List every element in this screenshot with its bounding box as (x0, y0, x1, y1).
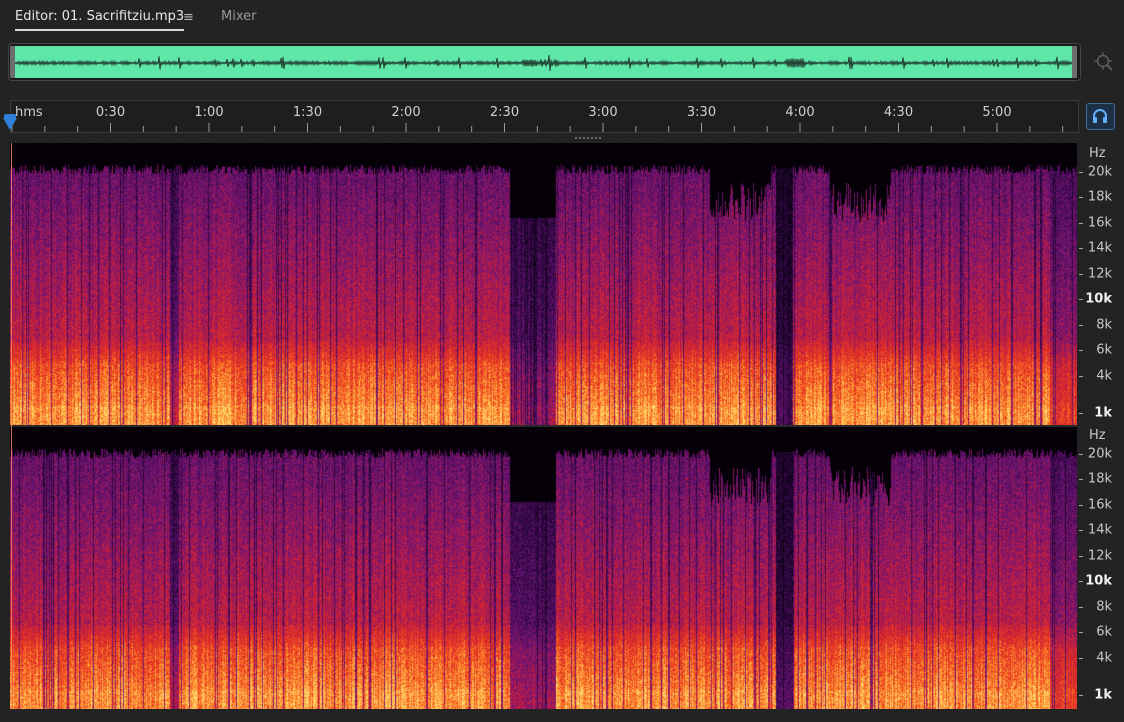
time-ruler[interactable]: hms 0:30 1:00 1:30 2:00 2:30 3:00 3:30 4:00 4:30… (10, 100, 1079, 133)
spectral-frequency-display[interactable] (10, 143, 1077, 709)
frequency-tick (1079, 413, 1083, 414)
frequency-label: 8k (1096, 599, 1112, 615)
panel-menu-icon[interactable]: ≡ (183, 10, 194, 25)
frequency-tick (1079, 274, 1083, 275)
resize-grip-icon[interactable] (575, 136, 605, 140)
frequency-tick (1079, 454, 1083, 455)
overview-left-handle[interactable] (10, 46, 15, 78)
playhead-handle[interactable] (3, 118, 17, 130)
frequency-label: 10k (1085, 291, 1112, 307)
frequency-label: 6k (1096, 342, 1112, 358)
frequency-label: 20k (1087, 446, 1112, 462)
frequency-tick (1079, 197, 1083, 198)
frequency-label: 16k (1087, 215, 1112, 231)
audio-editor-window: Editor: 01. Sacrifitziu.mp3 ≡ Mixer hms … (0, 0, 1124, 722)
frequency-tick (1079, 505, 1083, 506)
frequency-label: 16k (1087, 497, 1112, 513)
ruler-label: 1:30 (292, 105, 323, 120)
ruler-label: 4:00 (785, 105, 815, 120)
frequency-tick (1079, 581, 1083, 582)
tab-mixer[interactable]: Mixer (221, 9, 256, 24)
channel-right-spectrogram[interactable] (10, 427, 1077, 709)
frequency-tick (1079, 350, 1083, 351)
frequency-label: 4k (1096, 650, 1112, 666)
bottom-border (0, 709, 1124, 722)
frequency-tick (1079, 632, 1083, 633)
tab-editor[interactable]: Editor: 01. Sacrifitziu.mp3 (15, 9, 185, 31)
frequency-tick (1079, 530, 1083, 531)
frequency-tick (1079, 325, 1083, 326)
frequency-tick (1079, 658, 1083, 659)
ruler-label: 2:00 (391, 105, 421, 120)
ruler-label: 5:00 (982, 105, 1012, 120)
frequency-tick (1079, 248, 1083, 249)
frequency-label: 6k (1096, 624, 1112, 640)
frequency-label: 18k (1087, 189, 1112, 205)
frequency-label: 20k (1087, 164, 1112, 180)
ruler-label: 0:30 (95, 105, 126, 120)
monitor-button[interactable] (1086, 103, 1115, 130)
frequency-tick (1079, 695, 1083, 696)
frequency-label: 1k (1094, 687, 1112, 703)
overview-waveform-path (15, 54, 1074, 72)
frequency-label: 14k (1087, 240, 1112, 256)
frequency-tick (1079, 479, 1083, 480)
frequency-label: 1k (1094, 405, 1112, 421)
ruler-label: 2:30 (489, 105, 520, 120)
ruler-label: 3:30 (686, 105, 717, 120)
frequency-tick (1079, 223, 1083, 224)
frequency-tick (1079, 172, 1083, 173)
frequency-tick (1079, 376, 1083, 377)
frequency-unit-label: Hz (1089, 146, 1106, 161)
overview-waveform-trace (15, 54, 1074, 72)
ruler-label: 1:00 (194, 105, 224, 120)
frequency-ruler[interactable]: Hz 20k 18k 16k 14k 12k 10k 8k 6k 4k 1k Hz 20k 18k 16k… (1077, 143, 1124, 709)
frequency-label: 18k (1087, 471, 1112, 487)
frequency-label: 10k (1085, 573, 1112, 589)
zoom-to-selection-icon[interactable] (1093, 51, 1115, 73)
ruler-label: 4:30 (883, 105, 914, 120)
playhead-line (11, 143, 12, 709)
channel-left-spectrogram[interactable] (10, 143, 1077, 425)
frequency-label: 14k (1087, 522, 1112, 538)
frequency-label: 4k (1096, 368, 1112, 384)
frequency-label: 8k (1096, 317, 1112, 333)
frequency-unit-label: Hz (1089, 428, 1106, 443)
headphones-icon (1093, 109, 1107, 123)
frequency-tick (1079, 607, 1083, 608)
frequency-label: 12k (1087, 548, 1112, 564)
frequency-label: 12k (1087, 266, 1112, 282)
overview-right-handle[interactable] (1072, 46, 1077, 78)
ruler-unit-label: hms (15, 105, 43, 120)
ruler-ticks (11, 123, 1064, 132)
ruler-label: 3:00 (588, 105, 618, 120)
overview-navigator[interactable] (8, 43, 1081, 81)
frequency-tick (1079, 299, 1083, 300)
panel-tab-bar: Editor: 01. Sacrifitziu.mp3 ≡ Mixer (0, 0, 1124, 38)
frequency-tick (1079, 556, 1083, 557)
